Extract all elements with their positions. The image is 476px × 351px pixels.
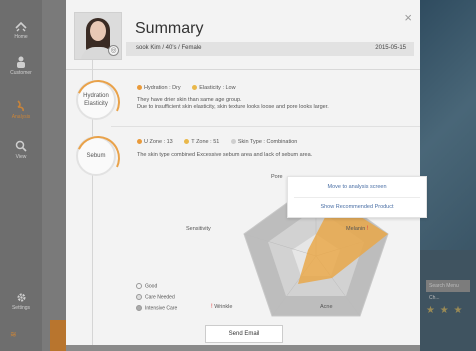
legend-label: Hydration : Dry	[144, 85, 181, 91]
background-pattern	[420, 0, 476, 250]
warning-icon: !	[211, 304, 213, 310]
gear-icon	[17, 293, 25, 302]
move-to-analysis-option[interactable]: Move to analysis screen	[288, 184, 426, 190]
description-line: The skin type combined Excessive sebum a…	[137, 152, 313, 158]
page-title: Summary	[135, 20, 204, 37]
legend-label: T Zone : 51	[191, 139, 220, 145]
sidebar-item-analysis[interactable]: Analysis	[0, 100, 42, 120]
sidebar-item-label: Customer	[10, 70, 32, 76]
legend-label: Care Needed	[145, 294, 175, 301]
hydration-description: They have drier skin than same age group…	[137, 97, 329, 111]
status-dot	[230, 139, 236, 145]
hydration-elasticity-badge: Hydration Elasticity	[69, 73, 127, 131]
legend-label: Intensive Care	[145, 305, 178, 312]
badge-line: Hydration	[83, 93, 109, 99]
divider	[66, 69, 420, 70]
badge-line: Elasticity	[84, 101, 108, 107]
legend-care-needed: Care Needed	[136, 294, 175, 300]
sidebar-item-customer[interactable]: Customer	[0, 56, 42, 76]
analysis-date: 2015-05-15	[375, 45, 406, 51]
camera-icon[interactable]: ◎	[108, 45, 119, 56]
axis-label-acne: Acne	[320, 304, 333, 310]
user-info: sook Kim / 40's / Female	[136, 45, 202, 51]
legend-label: Good	[145, 283, 158, 290]
status-dot	[137, 139, 142, 145]
background-orange-tab	[50, 320, 66, 351]
analysis-icon	[17, 100, 24, 112]
status-dot	[192, 85, 198, 91]
legend-label: Elasticity : Low	[199, 85, 236, 91]
sidebar-item-view[interactable]: View	[0, 140, 42, 160]
sebum-badge: Sebum	[69, 129, 127, 187]
axis-label-text: Wrinkle	[214, 304, 233, 310]
axis-label-text: Melanin	[346, 226, 366, 232]
home-icon	[15, 22, 27, 32]
sidebar-item-label: Settings	[11, 305, 31, 311]
axis-label-melanin: Melanin !	[346, 226, 368, 232]
app-sidebar: Home Customer Analysis View Settings ≋	[0, 0, 42, 351]
close-icon[interactable]: ×	[404, 10, 412, 25]
background-search-box: Search Menu Ch...	[426, 280, 470, 301]
rating-stars: ★ ★ ★	[426, 305, 464, 316]
user-info-bar: sook Kim / 40's / Female 2015-05-15	[126, 42, 414, 56]
summary-modal: × ◎ Summary sook Kim / 40's / Female 201…	[66, 0, 427, 345]
sebum-legend: U Zone : 13 T Zone : 51 Skin Type : Comb…	[137, 139, 297, 145]
divider	[111, 126, 420, 127]
status-dot	[184, 139, 190, 145]
send-email-button[interactable]: Send Email	[205, 325, 283, 343]
sidebar-item-label: Home	[14, 34, 28, 40]
chart-context-menu: Move to analysis screen Show Recommended…	[287, 176, 427, 218]
legend-intensive-care: Intensive Care	[136, 305, 177, 311]
axis-label-wrinkle: ! Wrinkle	[211, 304, 232, 310]
background-panel-right: Search Menu Ch... ★ ★ ★	[420, 0, 476, 351]
background-panel-left	[42, 0, 66, 351]
sidebar-item-label: Analysis	[11, 114, 31, 120]
legend-label: U Zone : 13	[144, 139, 173, 145]
sidebar-item-label: View	[15, 154, 27, 160]
wifi-icon: ≋	[10, 330, 17, 339]
user-icon	[17, 56, 25, 68]
sebum-description: The skin type combined Excessive sebum a…	[137, 152, 312, 159]
axis-label-sensitivity: Sensitivity	[186, 226, 211, 232]
sidebar-item-home[interactable]: Home	[0, 22, 42, 40]
search-icon	[15, 140, 27, 152]
badge-line: Sebum	[86, 153, 106, 159]
show-recommended-product-option[interactable]: Show Recommended Product	[288, 204, 426, 210]
warning-icon: !	[366, 226, 369, 232]
description-line: They have drier skin than same age group…	[137, 97, 242, 103]
legend-label: Skin Type : Combination	[237, 139, 298, 145]
axis-label-pore: Pore	[271, 174, 283, 180]
status-dot	[137, 85, 142, 91]
legend-good: Good	[136, 283, 157, 289]
description-line: Due to insufficient skin elasticity, ski…	[137, 104, 329, 110]
sidebar-item-settings[interactable]: Settings	[0, 292, 42, 311]
hydration-legend: Hydration : Dry Elasticity : Low	[137, 85, 236, 91]
